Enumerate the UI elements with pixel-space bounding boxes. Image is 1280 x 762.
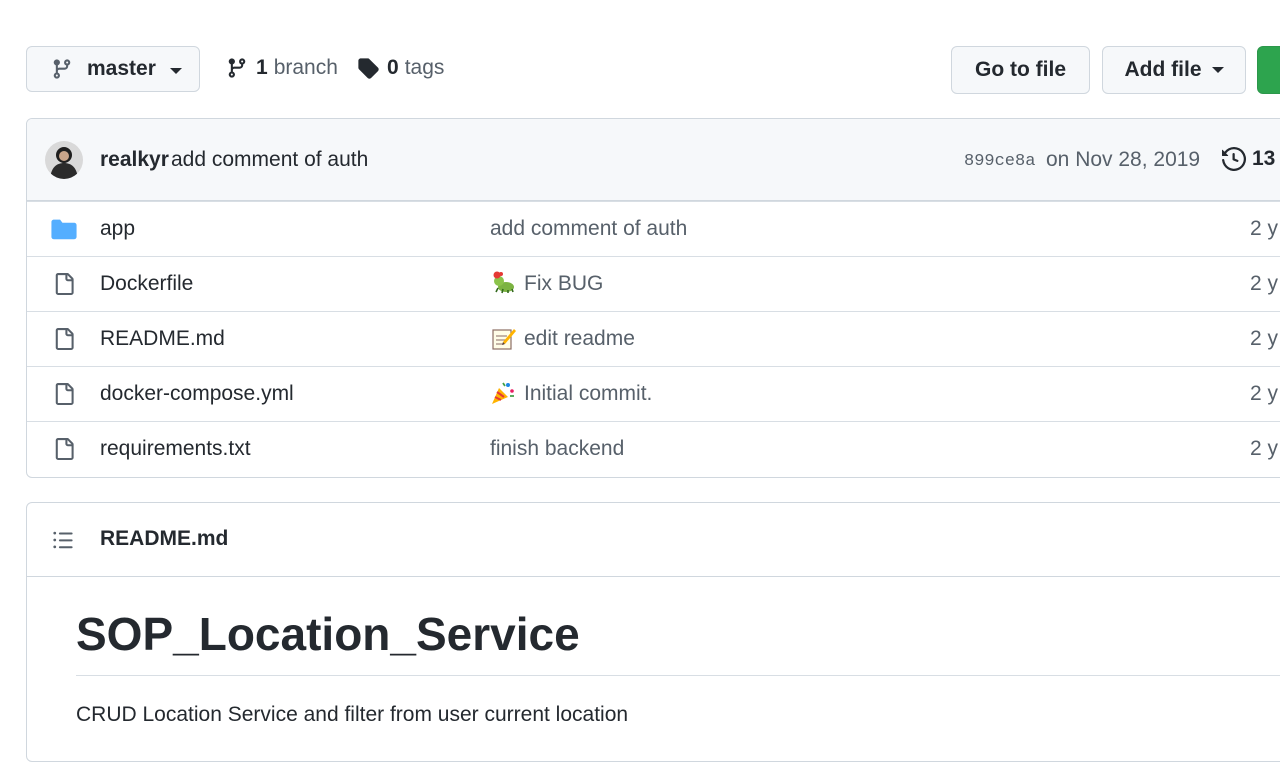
file-commit-message[interactable]: Fix BUG [490,270,604,296]
latest-commit-bar: realkyr add comment of auth 899ce8a on N… [27,119,1280,201]
readme-description: CRUD Location Service and filter from us… [76,703,629,726]
file-row: README.md edit readme 2 y [27,311,1280,366]
party-popper-emoji-icon [490,380,516,406]
readme-panel: README.md SOP_Location_Service CRUD Loca… [26,502,1280,762]
file-row: app add comment of auth 2 y [27,201,1280,256]
file-age: 2 y [1250,327,1279,350]
heading-divider [76,675,1280,676]
readme-header: README.md [27,503,1280,577]
go-to-file-label: Go to file [975,58,1066,81]
tags-link[interactable]: 0 tags [357,56,444,80]
tag-count: 0 [387,56,399,79]
file-name[interactable]: Dockerfile [100,272,193,296]
commit-history-link[interactable]: 13 [1222,147,1275,171]
file-row: Dockerfile Fix BUG 2 y [27,256,1280,311]
file-commit-message[interactable]: edit readme [490,327,635,351]
avatar[interactable] [45,141,83,179]
add-file-button[interactable]: Add file [1102,46,1246,94]
folder-icon [51,218,77,240]
file-row: docker-compose.yml Initial commit. 2 y [27,366,1280,421]
branches-link[interactable]: 1 branch [226,56,338,80]
add-file-label: Add file [1124,58,1202,81]
git-branch-icon [226,57,248,79]
commit-message-text: add comment of auth [490,217,688,240]
file-icon [51,273,77,295]
file-icon [51,438,77,460]
branch-count: 1 [256,56,268,79]
file-name[interactable]: app [100,217,135,241]
tag-icon [357,57,379,79]
file-icon [51,383,77,405]
commit-count: 13 [1252,147,1276,170]
file-icon [51,328,77,350]
file-commit-message[interactable]: add comment of auth [490,217,687,241]
readme-heading: SOP_Location_Service [76,608,580,660]
commit-message-text: Initial commit. [524,382,653,405]
commit-date: on Nov 28, 2019 [1046,148,1201,171]
branch-label: branch [273,56,338,79]
file-commit-message[interactable]: Initial commit. [490,382,652,406]
file-age: 2 y [1250,217,1279,240]
bug-emoji-icon [490,270,516,296]
file-name[interactable]: README.md [100,327,225,351]
file-row: requirements.txt finish backend 2 y [27,421,1280,476]
readme-title: README.md [100,527,229,550]
chevron-down-icon [1211,67,1224,73]
branch-select-button[interactable]: master [26,46,200,92]
commit-message-text: finish backend [490,437,625,460]
file-listing: realkyr add comment of auth 899ce8a on N… [26,118,1280,478]
commit-author[interactable]: realkyr [100,148,169,172]
file-name[interactable]: docker-compose.yml [100,382,294,406]
chevron-down-icon [169,68,182,74]
memo-emoji-icon [490,325,516,351]
file-commit-message[interactable]: finish backend [490,437,624,461]
file-name[interactable]: requirements.txt [100,437,251,461]
file-age: 2 y [1250,437,1279,460]
history-icon [1222,147,1246,171]
branch-name: master [87,57,156,80]
code-button[interactable] [1257,46,1280,94]
go-to-file-button[interactable]: Go to file [951,46,1090,94]
commit-message-text: Fix BUG [524,272,604,295]
commit-message-text: edit readme [524,327,635,350]
file-age: 2 y [1250,382,1279,405]
file-age: 2 y [1250,272,1279,295]
commit-message[interactable]: add comment of auth [171,148,368,172]
list-unordered-icon[interactable] [51,529,75,551]
tag-label: tags [404,56,445,79]
commit-sha[interactable]: 899ce8a [964,152,1035,171]
git-branch-icon [51,58,73,80]
